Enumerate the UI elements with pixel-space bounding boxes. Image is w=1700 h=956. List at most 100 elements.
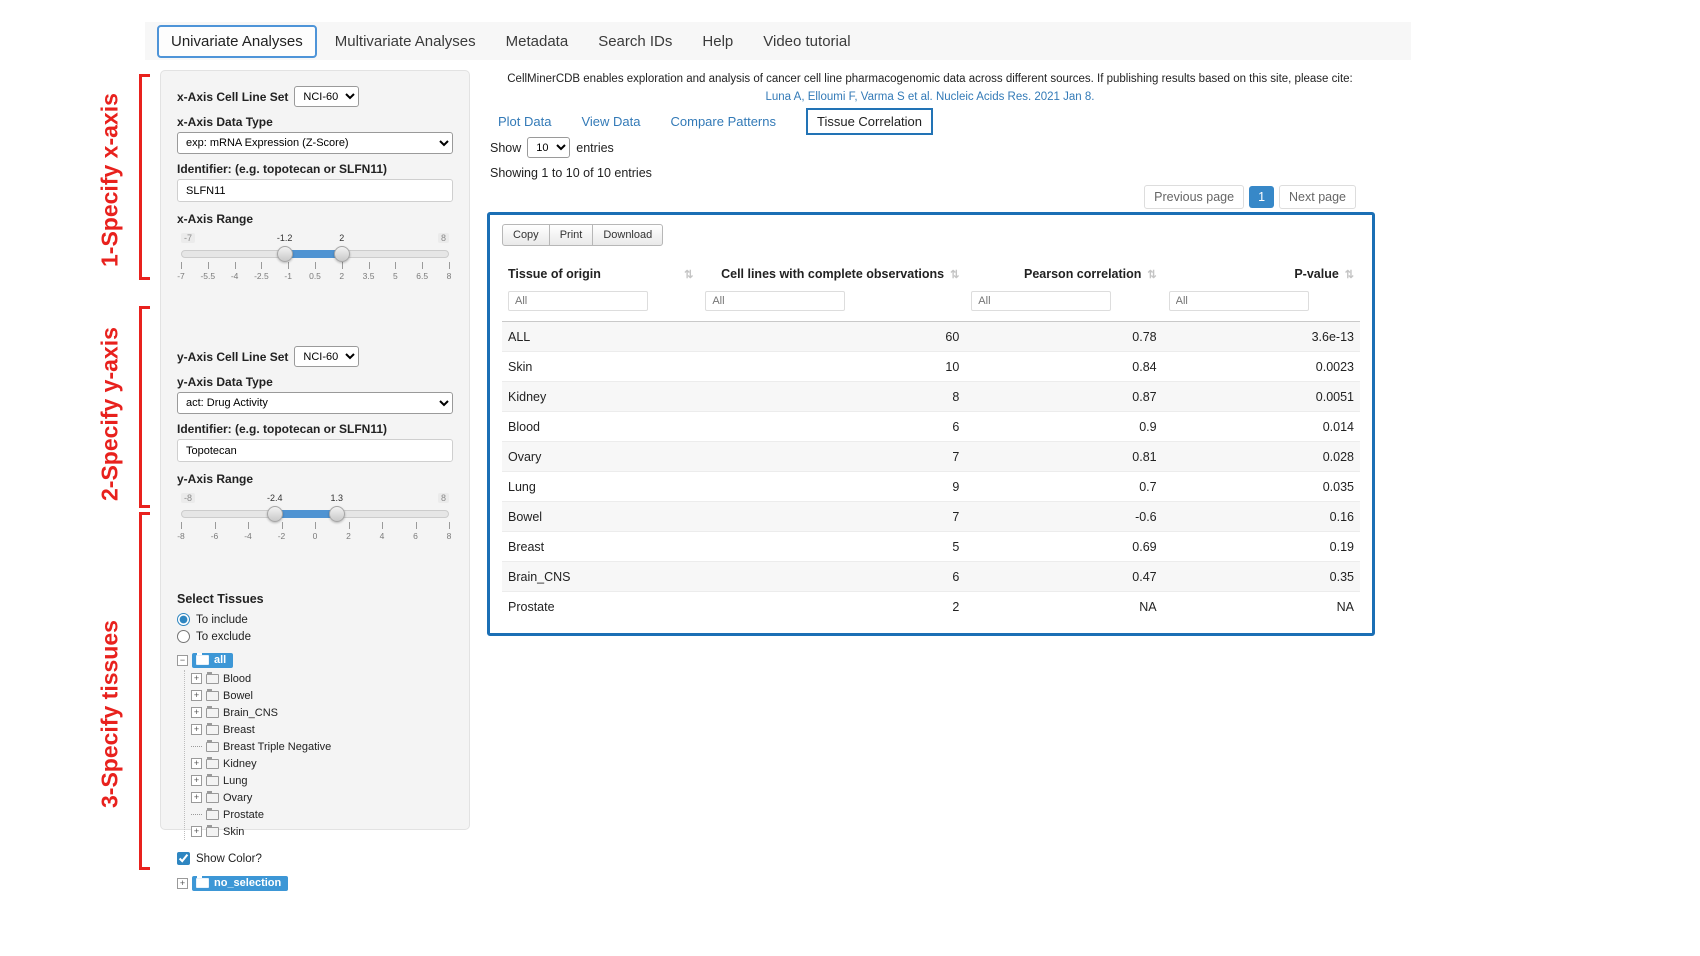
tree-item-breast[interactable]: Breast <box>191 721 453 738</box>
tree-root-chip[interactable]: all <box>192 653 233 668</box>
collapse-icon[interactable] <box>177 655 188 666</box>
nav-tab-univariate-analyses[interactable]: Univariate Analyses <box>157 25 317 58</box>
y-axis-range-slider[interactable]: -8 8 -2.4 1.3 -8-6-4-202468 <box>181 508 449 566</box>
expand-icon[interactable] <box>191 673 202 684</box>
no-selection-label: no_selection <box>214 877 281 889</box>
expand-icon[interactable] <box>191 775 202 786</box>
cell-pearson-correlation: NA <box>965 592 1162 622</box>
table-row[interactable]: Brain_CNS60.470.35 <box>502 562 1360 592</box>
show-color-checkbox[interactable]: Show Color? <box>177 852 453 865</box>
y-cell-line-set-select[interactable]: NCI-60 <box>294 346 359 367</box>
expand-icon[interactable] <box>191 792 202 803</box>
cell-pearson-correlation: 0.47 <box>965 562 1162 592</box>
column-header-tissue-of-origin[interactable]: Tissue of origin⇅ <box>502 259 699 289</box>
subtab-compare-patterns[interactable]: Compare Patterns <box>671 114 777 129</box>
print-button[interactable]: Print <box>549 224 594 246</box>
tree-item-blood[interactable]: Blood <box>191 670 453 687</box>
x-data-type-select[interactable]: exp: mRNA Expression (Z-Score) <box>177 132 453 154</box>
subtab-tissue-correlation[interactable]: Tissue Correlation <box>806 108 933 135</box>
nav-tab-metadata[interactable]: Metadata <box>494 27 581 56</box>
tree-item-breast-triple-negative[interactable]: Breast Triple Negative <box>191 738 453 755</box>
radio-input-to-exclude[interactable] <box>177 630 190 643</box>
table-row[interactable]: Prostate2NANA <box>502 592 1360 622</box>
filter-input-pearson-correlation[interactable] <box>971 291 1111 311</box>
nav-tab-help[interactable]: Help <box>690 27 745 56</box>
expand-icon[interactable] <box>177 878 188 889</box>
filter-input-cell-lines-with-complete-observations[interactable] <box>705 291 845 311</box>
slider-handle-to[interactable] <box>334 246 350 262</box>
column-header-cell-lines-with-complete-observations[interactable]: Cell lines with complete observations⇅ <box>699 259 965 289</box>
x-identifier-input[interactable] <box>177 179 453 202</box>
x-axis-range-slider[interactable]: -7 8 -1.2 2 -7-5.5-4-2.5-10.523.556.58 <box>181 248 449 306</box>
expand-icon[interactable] <box>191 758 202 769</box>
tree-item-brain-cns[interactable]: Brain_CNS <box>191 704 453 721</box>
next-page-button[interactable]: Next page <box>1279 185 1356 209</box>
slider-track[interactable] <box>181 250 449 258</box>
table-row[interactable]: Kidney80.870.0051 <box>502 382 1360 412</box>
filter-cell <box>965 289 1162 322</box>
tree-item-prostate[interactable]: Prostate <box>191 806 453 823</box>
expand-icon[interactable] <box>191 724 202 735</box>
radio-input-to-include[interactable] <box>177 613 190 626</box>
expand-icon[interactable] <box>191 690 202 701</box>
radio-to-exclude[interactable]: To exclude <box>177 630 453 643</box>
expand-icon[interactable] <box>191 707 202 718</box>
citation-link[interactable]: Luna A, Elloumi F, Varma S et al. Nuclei… <box>488 91 1372 103</box>
download-button[interactable]: Download <box>592 224 663 246</box>
column-header-p-value[interactable]: P-value⇅ <box>1163 259 1360 289</box>
nav-tab-search-ids[interactable]: Search IDs <box>586 27 684 56</box>
nav-tab-video-tutorial[interactable]: Video tutorial <box>751 27 862 56</box>
copy-button[interactable]: Copy <box>502 224 550 246</box>
tree-no-selection[interactable]: no_selection <box>177 875 453 892</box>
tree-root-all[interactable]: all <box>177 652 453 669</box>
subtab-plot-data[interactable]: Plot Data <box>498 114 551 129</box>
radio-to-include[interactable]: To include <box>177 613 453 626</box>
table-row[interactable]: Ovary70.810.028 <box>502 442 1360 472</box>
x-cell-line-set-select[interactable]: NCI-60 <box>294 86 359 107</box>
slider-handle-from[interactable] <box>267 506 283 522</box>
y-identifier-input[interactable] <box>177 439 453 462</box>
filter-input-tissue-of-origin[interactable] <box>508 291 648 311</box>
table-row[interactable]: Bowel7-0.60.16 <box>502 502 1360 532</box>
tree-item-ovary[interactable]: Ovary <box>191 789 453 806</box>
cell-cell-lines-with-complete-observations: 7 <box>699 502 965 532</box>
entries-select[interactable]: 10 <box>527 137 570 158</box>
current-page-button[interactable]: 1 <box>1249 186 1274 208</box>
no-selection-tree: no_selection <box>177 875 453 892</box>
table-row[interactable]: Lung90.70.035 <box>502 472 1360 502</box>
previous-page-button[interactable]: Previous page <box>1144 185 1244 209</box>
cell-p-value: 0.16 <box>1163 502 1360 532</box>
cell-cell-lines-with-complete-observations: 6 <box>699 412 965 442</box>
expand-icon[interactable] <box>191 826 202 837</box>
slider-handle-from[interactable] <box>277 246 293 262</box>
column-header-pearson-correlation[interactable]: Pearson correlation⇅ <box>965 259 1162 289</box>
sort-icon[interactable]: ⇅ <box>1147 268 1156 281</box>
sort-icon[interactable]: ⇅ <box>1345 268 1354 281</box>
filter-input-p-value[interactable] <box>1169 291 1309 311</box>
sort-icon[interactable]: ⇅ <box>684 268 693 281</box>
showing-entries-text: Showing 1 to 10 of 10 entries <box>490 166 652 180</box>
tree-item-skin[interactable]: Skin <box>191 823 453 840</box>
table-row[interactable]: Skin100.840.0023 <box>502 352 1360 382</box>
nav-tab-multivariate-analyses[interactable]: Multivariate Analyses <box>323 27 488 56</box>
tree-item-lung[interactable]: Lung <box>191 772 453 789</box>
table-row[interactable]: Breast50.690.19 <box>502 532 1360 562</box>
table-row[interactable]: ALL600.783.6e-13 <box>502 322 1360 352</box>
slider-from-label: -1.2 <box>277 233 293 243</box>
show-color-input[interactable] <box>177 852 190 865</box>
slider-handle-to[interactable] <box>329 506 345 522</box>
tree-item-kidney[interactable]: Kidney <box>191 755 453 772</box>
subtab-view-data[interactable]: View Data <box>581 114 640 129</box>
sort-icon[interactable]: ⇅ <box>950 268 959 281</box>
slider-track[interactable] <box>181 510 449 518</box>
intro-text: CellMinerCDB enables exploration and ana… <box>488 73 1372 85</box>
no-selection-chip[interactable]: no_selection <box>192 876 288 891</box>
tissue-tree: all BloodBowelBrain_CNSBreastBreast Trip… <box>177 652 453 840</box>
cell-p-value: 0.0051 <box>1163 382 1360 412</box>
select-tissues-title: Select Tissues <box>177 592 453 606</box>
table-row[interactable]: Blood60.90.014 <box>502 412 1360 442</box>
page: Univariate AnalysesMultivariate Analyses… <box>0 0 1700 956</box>
cell-cell-lines-with-complete-observations: 9 <box>699 472 965 502</box>
tree-item-bowel[interactable]: Bowel <box>191 687 453 704</box>
y-data-type-select[interactable]: act: Drug Activity <box>177 392 453 414</box>
